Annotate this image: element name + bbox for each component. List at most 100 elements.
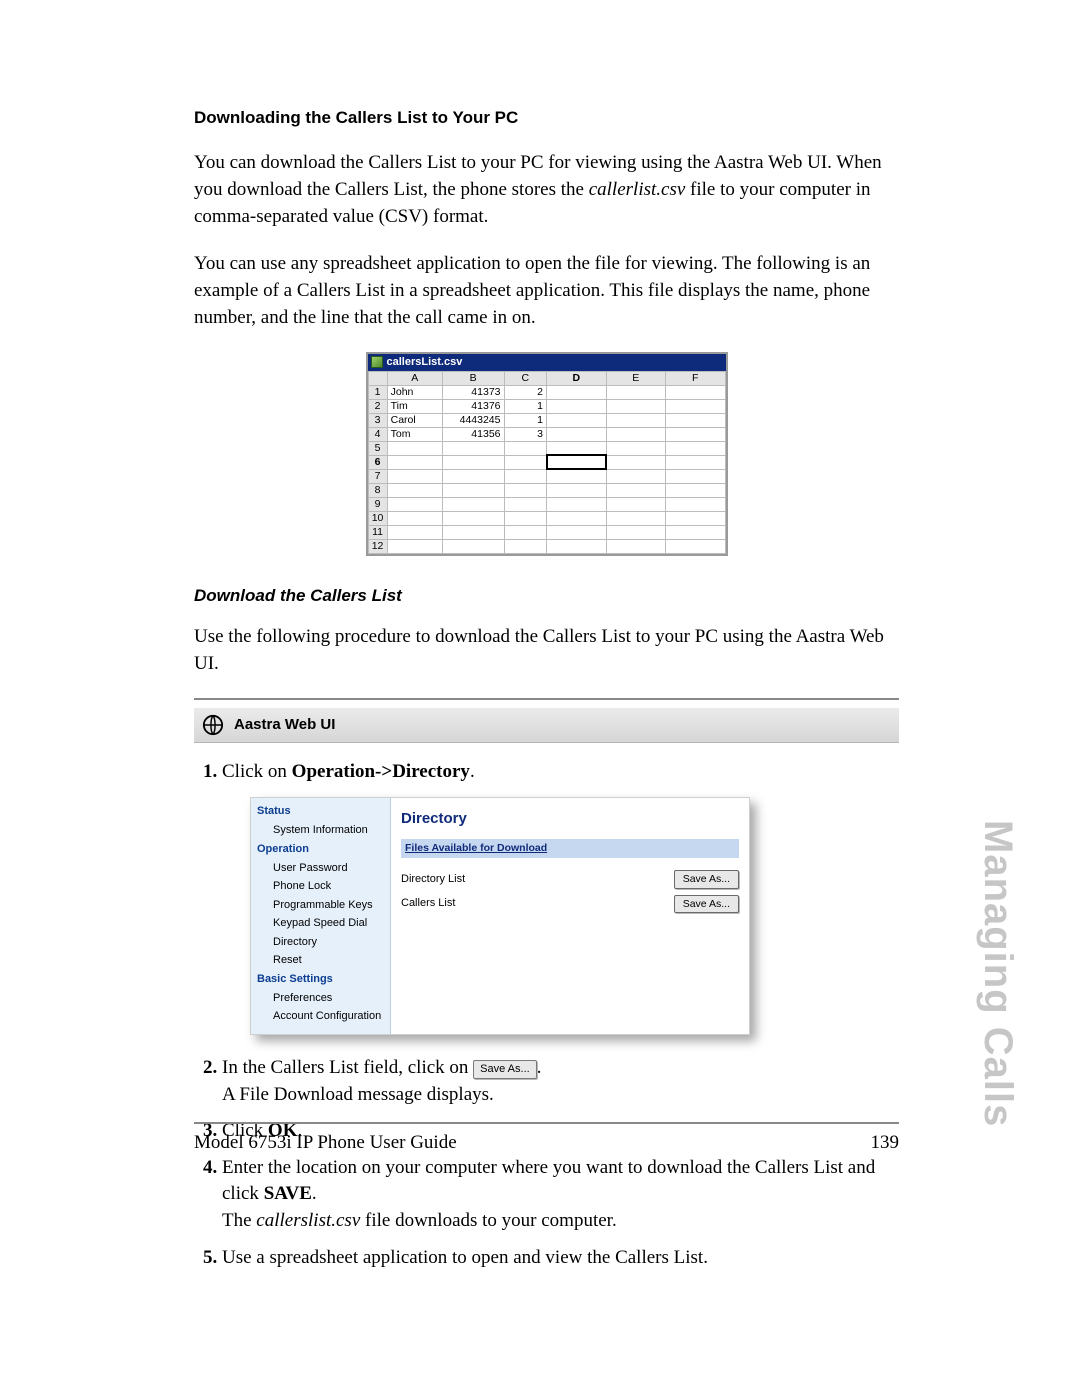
nav-section: Operation — [251, 840, 390, 859]
cell — [442, 441, 504, 455]
cell — [666, 539, 726, 553]
webui-nav: StatusSystem InformationOperationUser Pa… — [251, 798, 391, 1034]
table-row: 4Tom413563 — [368, 427, 725, 441]
paragraph-3: Use the following procedure to download … — [194, 624, 899, 678]
webui-main: Directory Files Available for Download D… — [391, 798, 749, 1034]
cell: 41356 — [442, 427, 504, 441]
table-row: 11 — [368, 525, 725, 539]
nav-item[interactable]: Programmable Keys — [251, 896, 390, 914]
page-footer: Model 6753i IP Phone User Guide 139 — [194, 1132, 899, 1154]
header-row: ABCDEF — [368, 371, 725, 385]
cell — [606, 441, 666, 455]
table-row: 8 — [368, 483, 725, 497]
nav-item[interactable]: Account Configuration — [251, 1008, 390, 1026]
nav-item[interactable]: Preferences — [251, 989, 390, 1007]
webui-subtitle: Files Available for Download — [401, 839, 739, 858]
table-row: 3Carol44432451 — [368, 413, 725, 427]
cell — [547, 525, 607, 539]
step-1: Click on Operation->Directory. StatusSys… — [222, 759, 899, 1035]
cell — [442, 511, 504, 525]
filename: callerlist.csv — [589, 179, 686, 200]
cell — [666, 483, 726, 497]
cell: Tim — [387, 399, 442, 413]
save-as-button-inline[interactable]: Save As... — [473, 1060, 537, 1079]
download-name: Callers List — [401, 896, 455, 911]
cell — [606, 399, 666, 413]
nav-item[interactable]: System Information — [251, 822, 390, 840]
footer-title: Model 6753i IP Phone User Guide — [194, 1132, 457, 1154]
cell — [606, 511, 666, 525]
cell — [387, 455, 442, 469]
page-content: Downloading the Callers List to Your PC … — [194, 108, 899, 1281]
cell — [666, 455, 726, 469]
text: Enter the location on your computer wher… — [222, 1157, 875, 1205]
table-row: 6 — [368, 455, 725, 469]
heading-sub: Download the Callers List — [194, 586, 899, 606]
cell — [606, 497, 666, 511]
cell: 4443245 — [442, 413, 504, 427]
cell: 2 — [504, 385, 547, 399]
paragraph-1: You can download the Callers List to you… — [194, 150, 899, 231]
cell — [606, 539, 666, 553]
save-as-button[interactable]: Save As... — [674, 870, 739, 889]
download-row: Callers List Save As... — [401, 895, 739, 914]
nav-item[interactable]: Directory — [251, 933, 390, 951]
save-as-button[interactable]: Save As... — [674, 895, 739, 914]
cell — [666, 385, 726, 399]
table-row: 9 — [368, 497, 725, 511]
cell — [504, 525, 547, 539]
text: . — [470, 761, 475, 782]
text: file downloads to your computer. — [360, 1210, 616, 1231]
row-number: 3 — [368, 413, 387, 427]
save-label: SAVE — [264, 1183, 312, 1204]
cell — [547, 455, 607, 469]
col-header: F — [666, 371, 726, 385]
table-row: 10 — [368, 511, 725, 525]
row-number: 9 — [368, 497, 387, 511]
cell: 41376 — [442, 399, 504, 413]
cell — [504, 455, 547, 469]
cell — [442, 455, 504, 469]
row-number: 8 — [368, 483, 387, 497]
nav-section: Basic Settings — [251, 970, 390, 989]
text: A File Download message displays. — [222, 1084, 494, 1105]
cell — [387, 483, 442, 497]
step-2: In the Callers List field, click on Save… — [222, 1055, 899, 1108]
cell — [547, 413, 607, 427]
text: In the Callers List field, click on — [222, 1057, 473, 1078]
row-number: 12 — [368, 539, 387, 553]
row-number: 6 — [368, 455, 387, 469]
cell — [547, 441, 607, 455]
excel-icon — [371, 356, 383, 368]
nav-item[interactable]: Reset — [251, 951, 390, 969]
cell — [387, 469, 442, 483]
spreadsheet-filename: callersList.csv — [387, 354, 463, 371]
cell — [387, 511, 442, 525]
text: The — [222, 1210, 256, 1231]
footer-rule — [194, 1122, 899, 1124]
cell — [666, 399, 726, 413]
chapter-tab: Managing Calls — [975, 820, 1020, 1127]
cell — [547, 427, 607, 441]
cell — [606, 483, 666, 497]
cell — [387, 525, 442, 539]
col-header: C — [504, 371, 547, 385]
nav-item[interactable]: Keypad Speed Dial — [251, 915, 390, 933]
text: . — [537, 1057, 542, 1078]
cell — [387, 497, 442, 511]
nav-item[interactable]: User Password — [251, 860, 390, 878]
cell — [387, 441, 442, 455]
table-row: 5 — [368, 441, 725, 455]
cell: 1 — [504, 413, 547, 427]
webui-screenshot: StatusSystem InformationOperationUser Pa… — [250, 797, 750, 1035]
text: Click on — [222, 761, 292, 782]
filename: callerslist.csv — [256, 1210, 360, 1231]
row-number: 5 — [368, 441, 387, 455]
cell: Tom — [387, 427, 442, 441]
steps-list: Click on Operation->Directory. StatusSys… — [194, 759, 899, 1271]
step-4: Enter the location on your computer wher… — [222, 1155, 899, 1235]
cell — [606, 427, 666, 441]
cell — [442, 525, 504, 539]
nav-item[interactable]: Phone Lock — [251, 878, 390, 896]
cell: 1 — [504, 399, 547, 413]
